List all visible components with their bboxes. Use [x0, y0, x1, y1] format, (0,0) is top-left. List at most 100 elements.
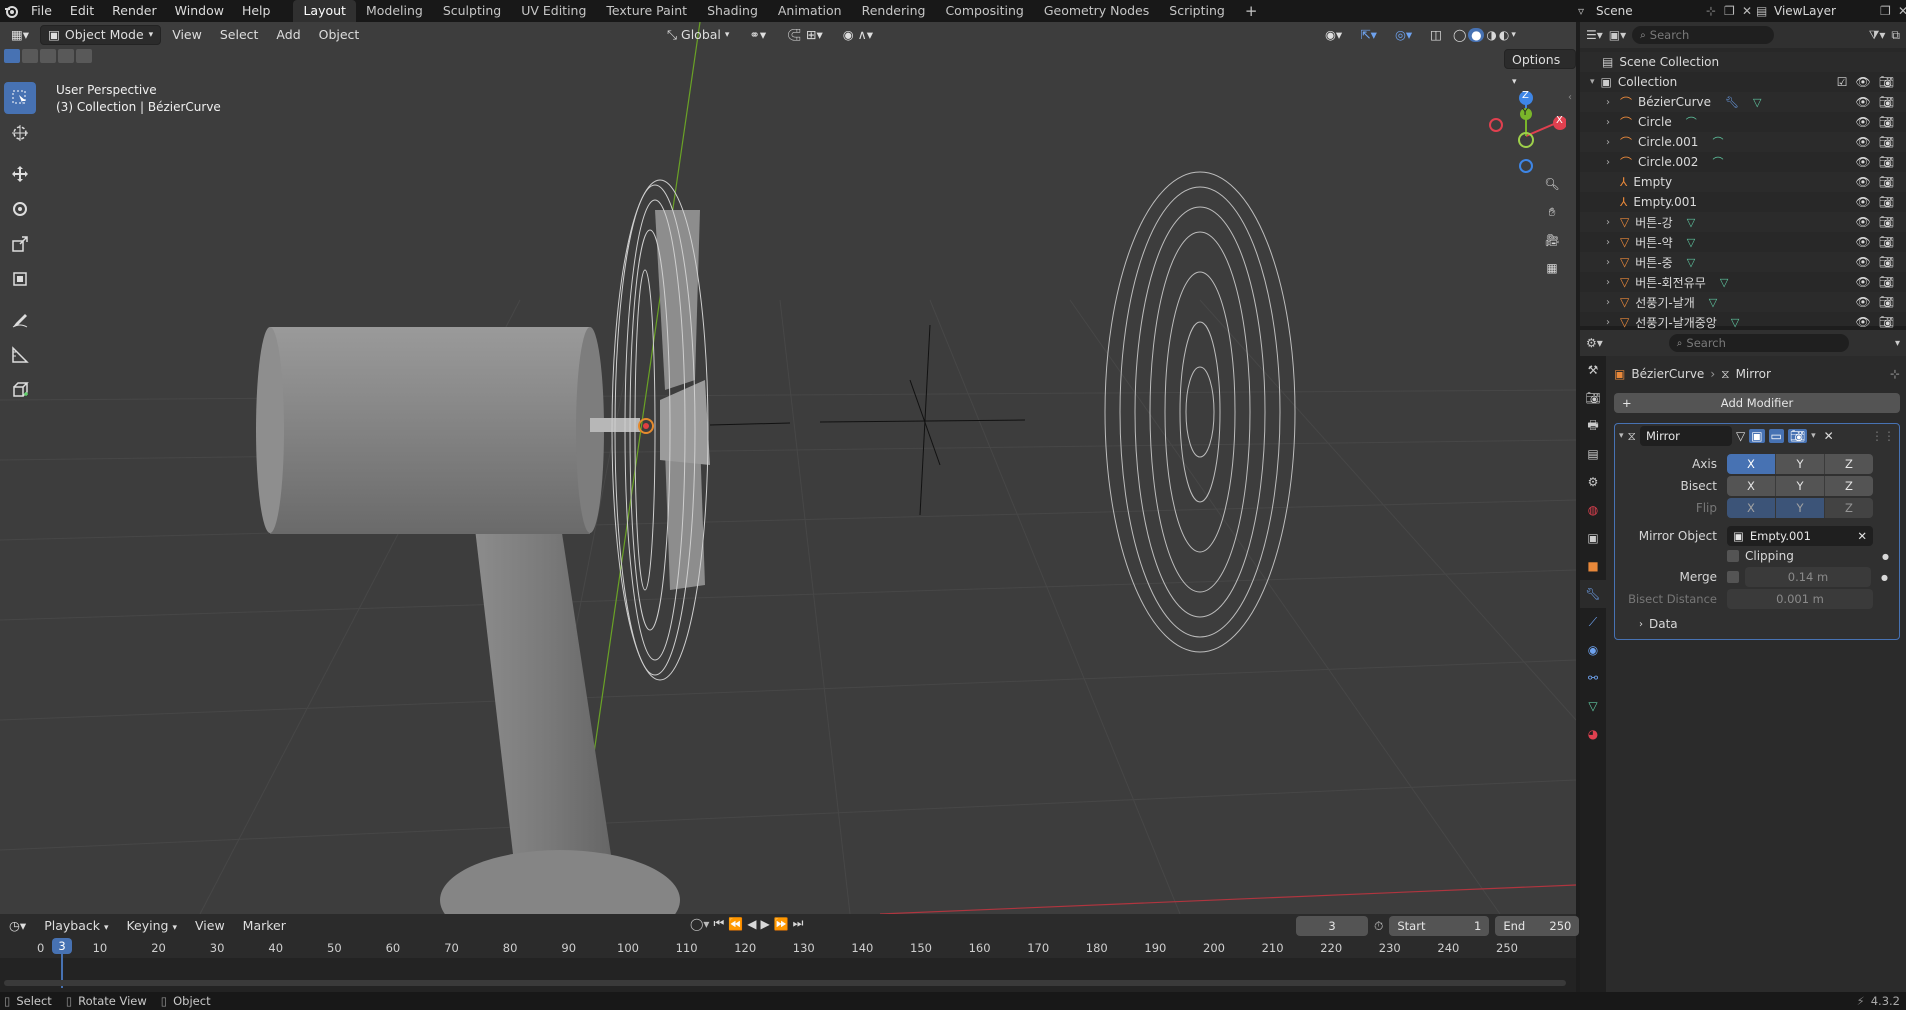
checkbox-icon[interactable]: ☑ [1837, 75, 1848, 89]
eye-icon[interactable]: 👁︎ [1856, 235, 1871, 249]
material-shading-icon[interactable]: ◑ [1486, 28, 1496, 42]
visibility-icon[interactable]: ◉▾ [1318, 25, 1349, 45]
add-workspace-button[interactable]: + [1235, 0, 1268, 22]
mode-dropdown[interactable]: ▣ Object Mode ▾ [40, 25, 162, 45]
new-collection-icon[interactable]: ⧉ [1891, 28, 1900, 43]
outliner-item[interactable]: ⅄ Empty 👁︎ 📷︎ [1580, 172, 1906, 192]
eye-icon[interactable]: 👁︎ [1856, 215, 1871, 229]
new-scene-icon[interactable]: ❐ [1724, 4, 1742, 18]
output-tab-icon[interactable]: 🖶︎ [1580, 412, 1606, 440]
collection-row[interactable]: ▾ ▣ Collection ☑ 👁︎ 📷︎ [1580, 72, 1906, 92]
eye-icon[interactable]: 👁︎ [1856, 115, 1871, 129]
tab-geometry-nodes[interactable]: Geometry Nodes [1034, 0, 1159, 22]
render-toggle-icon[interactable]: 📷︎ [1787, 429, 1808, 443]
modifier-tab-icon[interactable]: 🔧︎ [1580, 580, 1606, 608]
outliner-item[interactable]: › ▽ 버튼-중 ▽ 👁︎ 📷︎ [1580, 252, 1906, 272]
jump-keyframe-back-icon[interactable]: ⏪ [728, 917, 743, 931]
3d-viewport[interactable]: ▦▾ ▣ Object Mode ▾ View Select Add Objec… [0, 22, 1576, 914]
chevron-right-icon[interactable]: › [1606, 117, 1614, 128]
realtime-toggle-icon[interactable]: ▭ [1768, 429, 1784, 443]
tab-layout[interactable]: Layout [293, 0, 356, 22]
chevron-down-icon[interactable]: ▾ [1895, 338, 1900, 349]
bisect-y-toggle[interactable]: Y [1776, 476, 1825, 496]
select-extend-icon[interactable] [22, 49, 38, 63]
jump-keyframe-forward-icon[interactable]: ⏩ [774, 917, 789, 931]
cage-toggle-icon[interactable]: ▣ [1749, 429, 1765, 443]
tab-scripting[interactable]: Scripting [1159, 0, 1235, 22]
scene-selector[interactable]: ▿ Scene ⊹ ❐ ✕ [1578, 0, 1760, 22]
menu-select[interactable]: Select [213, 25, 266, 45]
mesh-data-icon[interactable]: ▽ [1753, 96, 1761, 109]
keyframe-dot-icon[interactable]: ● [1881, 573, 1888, 582]
flip-y-toggle[interactable]: Y [1776, 498, 1825, 518]
scale-tool-icon[interactable] [4, 228, 36, 260]
drag-handle-icon[interactable]: ⋮⋮ [1871, 429, 1895, 443]
camera-icon[interactable]: 📷︎ [1879, 195, 1894, 209]
jump-end-icon[interactable]: ⏭ [793, 916, 804, 931]
constraints-tab-icon[interactable]: ⚯ [1580, 664, 1606, 692]
data-subpanel-header[interactable]: › Data [1615, 617, 1899, 631]
rendered-shading-icon[interactable]: ◐ [1499, 28, 1509, 42]
mesh-data-icon[interactable]: ▽ [1687, 236, 1695, 249]
eye-icon[interactable]: 👁︎ [1856, 255, 1871, 269]
chevron-right-icon[interactable]: › [1606, 317, 1614, 328]
eye-icon[interactable]: 👁︎ [1856, 75, 1871, 89]
camera-view-icon[interactable]: 🎥︎ [1538, 226, 1566, 254]
select-intersect-icon[interactable] [76, 49, 92, 63]
menu-render[interactable]: Render [103, 0, 166, 22]
orientation-dropdown[interactable]: ⤡ Global ▾ [660, 25, 736, 45]
menu-add[interactable]: Add [269, 25, 307, 45]
camera-icon[interactable]: 📷︎ [1879, 235, 1894, 249]
chevron-down-icon[interactable]: ▾ [1590, 77, 1595, 87]
chevron-right-icon[interactable]: › [1606, 217, 1614, 228]
display-mode-icon[interactable]: ▣▾ [1609, 28, 1626, 42]
chevron-right-icon[interactable]: › [1606, 257, 1614, 268]
auto-keying-icon[interactable]: ◯▾ [690, 917, 709, 931]
collection-tab-icon[interactable]: ▣ [1580, 524, 1606, 552]
proportional-edit-icon[interactable]: ◉ ∧▾ [836, 25, 880, 45]
menu-view[interactable]: View [165, 25, 209, 45]
chevron-right-icon[interactable]: › [1606, 137, 1614, 148]
physics-tab-icon[interactable]: ◉ [1580, 636, 1606, 664]
merge-distance-field[interactable]: 0.14 m [1745, 567, 1871, 587]
camera-icon[interactable]: 📷︎ [1879, 295, 1894, 309]
overlays-icon[interactable]: ◎▾ [1388, 25, 1419, 45]
eye-icon[interactable]: 👁︎ [1856, 95, 1871, 109]
gizmo-toggle-icon[interactable]: ⇱▾ [1353, 25, 1384, 45]
annotate-tool-icon[interactable] [4, 304, 36, 336]
ortho-grid-icon[interactable]: ▦ [1538, 254, 1566, 282]
outliner-item[interactable]: ⅄ Empty.001 👁︎ 📷︎ [1580, 192, 1906, 212]
zoom-icon[interactable]: 🔍︎ [1538, 170, 1566, 198]
chevron-right-icon[interactable]: › [1606, 297, 1614, 308]
flip-x-toggle[interactable]: X [1727, 498, 1776, 518]
menu-playback[interactable]: Playback ▾ [37, 916, 115, 936]
camera-icon[interactable]: 📷︎ [1879, 275, 1894, 289]
axis-x-toggle[interactable]: X [1727, 454, 1776, 474]
view-layer-tab-icon[interactable]: ▤ [1580, 440, 1606, 468]
tab-animation[interactable]: Animation [768, 0, 852, 22]
blender-logo-icon[interactable] [0, 0, 22, 22]
camera-icon[interactable]: 📷︎ [1879, 135, 1894, 149]
menu-edit[interactable]: Edit [61, 0, 103, 22]
eye-icon[interactable]: 👁︎ [1856, 155, 1871, 169]
select-box-tool-icon[interactable] [4, 82, 36, 114]
menu-timeline-view[interactable]: View [188, 916, 232, 936]
move-tool-icon[interactable] [4, 158, 36, 190]
mirror-object-field[interactable]: ▣ Empty.001 ✕ [1727, 526, 1873, 546]
pin-icon[interactable]: ⊹ [1706, 4, 1724, 18]
data-tab-icon[interactable]: ▽ [1580, 692, 1606, 720]
axis-y-toggle[interactable]: Y [1776, 454, 1825, 474]
eye-icon[interactable]: 👁︎ [1856, 295, 1871, 309]
tab-rendering[interactable]: Rendering [852, 0, 936, 22]
flip-z-toggle[interactable]: Z [1825, 498, 1873, 518]
view-layer-selector[interactable]: ▤ ViewLayer ❐ ✕ [1756, 0, 1906, 22]
transform-tool-icon[interactable] [4, 263, 36, 295]
outliner-item[interactable]: › ⌒ Circle.001 ⌒ 👁︎ 📷︎ [1580, 132, 1906, 152]
render-tab-icon[interactable]: 📷︎ [1580, 384, 1606, 412]
eye-icon[interactable]: 👁︎ [1856, 315, 1871, 329]
select-subtract-icon[interactable] [40, 49, 56, 63]
camera-icon[interactable]: 📷︎ [1879, 215, 1894, 229]
rotate-tool-icon[interactable] [4, 193, 36, 225]
material-tab-icon[interactable]: ◕ [1580, 720, 1606, 748]
camera-icon[interactable]: 📷︎ [1879, 95, 1894, 109]
